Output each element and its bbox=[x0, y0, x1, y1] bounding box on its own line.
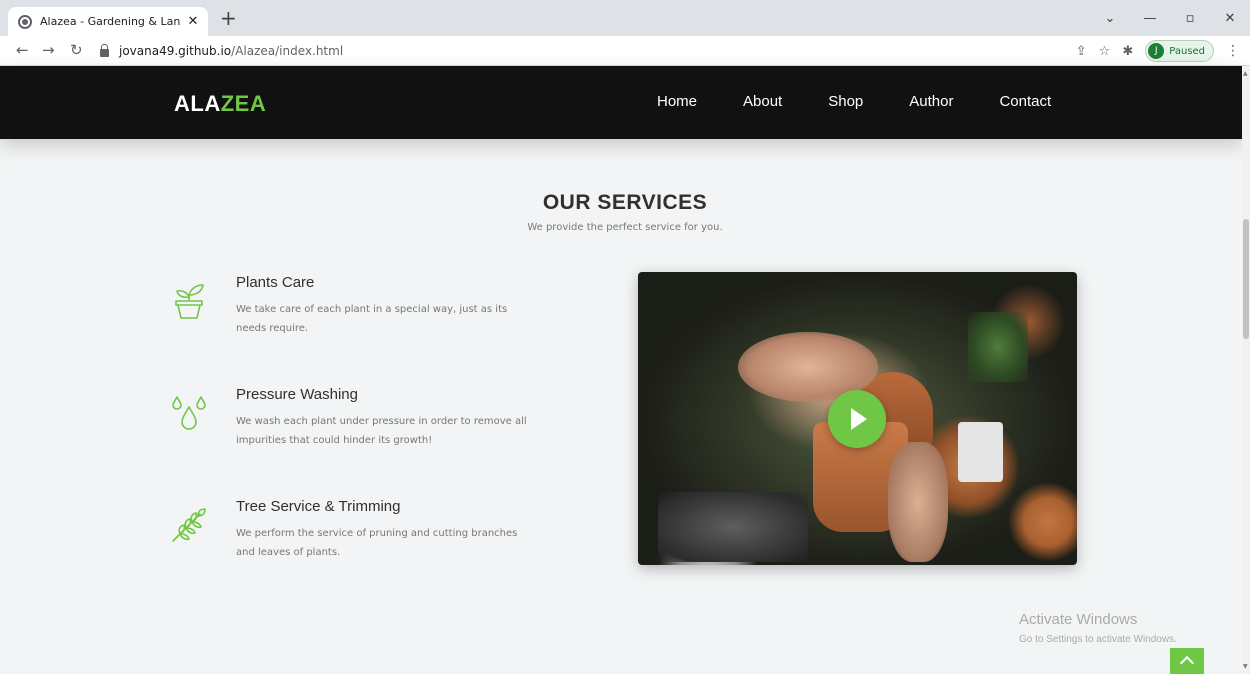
main-nav: Home About Shop Author Contact bbox=[657, 93, 1097, 110]
lock-icon[interactable] bbox=[100, 43, 109, 57]
profile-button[interactable]: J Paused bbox=[1145, 40, 1214, 62]
photo-plant bbox=[968, 312, 1028, 382]
service-video-thumbnail[interactable] bbox=[638, 272, 1077, 565]
tab-search-icon[interactable]: ⌄ bbox=[1090, 11, 1130, 26]
potted-plant-icon bbox=[175, 284, 204, 319]
reload-icon[interactable]: ↻ bbox=[70, 41, 83, 59]
logo-prefix: ALA bbox=[174, 91, 221, 116]
service-title: Tree Service & Trimming bbox=[236, 498, 401, 515]
scroll-down-arrow-icon[interactable]: ▼ bbox=[1243, 663, 1248, 670]
tab-title: Alazea - Gardening & Landscapi bbox=[40, 15, 180, 28]
avatar: J bbox=[1148, 43, 1165, 59]
back-arrow-icon[interactable]: ← bbox=[16, 41, 29, 59]
bookmark-star-icon[interactable]: ☆ bbox=[1099, 44, 1111, 59]
site-header: ALAZEA Home About Shop Author Contact bbox=[0, 66, 1242, 139]
photo-hand bbox=[888, 442, 948, 562]
share-icon[interactable]: ⇪ bbox=[1076, 44, 1087, 59]
more-menu-icon[interactable]: ⋮ bbox=[1226, 43, 1240, 59]
browser-tab[interactable]: Alazea - Gardening & Landscapi ✕ bbox=[8, 7, 208, 36]
section-subtitle: We provide the perfect service for you. bbox=[527, 222, 723, 233]
profile-status: Paused bbox=[1169, 45, 1205, 57]
section-title: OUR SERVICES bbox=[542, 191, 708, 214]
nav-link-author[interactable]: Author bbox=[909, 93, 953, 110]
scroll-up-arrow-icon[interactable]: ▲ bbox=[1243, 70, 1248, 77]
extensions-puzzle-icon[interactable]: ✱ bbox=[1122, 44, 1133, 59]
water-drops-icon bbox=[172, 396, 206, 430]
forward-arrow-icon[interactable]: → bbox=[42, 41, 55, 59]
url-input[interactable]: jovana49.github.io/Alazea/index.html bbox=[96, 39, 1136, 63]
photo-pot bbox=[958, 422, 1003, 482]
url-text: jovana49.github.io/Alazea/index.html bbox=[119, 44, 343, 58]
nav-link-shop[interactable]: Shop bbox=[828, 93, 863, 110]
service-description: We take care of each plant in a special … bbox=[236, 304, 508, 334]
window-controls: ⌄ — ▫ ✕ bbox=[1090, 0, 1250, 36]
play-button[interactable] bbox=[828, 390, 886, 448]
service-description: We wash each plant under pressure in ord… bbox=[236, 416, 527, 446]
logo-accent: ZEA bbox=[220, 91, 267, 116]
url-path: /Alazea/index.html bbox=[231, 44, 344, 58]
browser-tab-strip: Alazea - Gardening & Landscapi ✕ + ⌄ — ▫… bbox=[0, 0, 1250, 36]
site-logo[interactable]: ALAZEA bbox=[174, 91, 266, 117]
activate-windows-title: Activate Windows bbox=[1019, 611, 1138, 628]
globe-icon bbox=[18, 14, 32, 29]
scrollbar-thumb[interactable] bbox=[1243, 219, 1249, 339]
address-bar-row: ← → ↻ jovana49.github.io/Alazea/index.ht… bbox=[0, 36, 1250, 66]
maximize-button[interactable]: ▫ bbox=[1170, 11, 1210, 26]
scroll-to-top-button[interactable] bbox=[1170, 648, 1204, 674]
leaf-branch-icon bbox=[172, 508, 206, 542]
new-tab-button[interactable]: + bbox=[220, 7, 237, 29]
minimize-button[interactable]: — bbox=[1130, 11, 1170, 26]
service-title: Pressure Washing bbox=[236, 386, 358, 403]
service-title: Plants Care bbox=[236, 274, 315, 291]
nav-link-contact[interactable]: Contact bbox=[999, 93, 1051, 110]
toolbar-actions: ⇪ ☆ ✱ J Paused ⋮ bbox=[1076, 39, 1240, 63]
photo-soil bbox=[658, 492, 808, 562]
nav-link-about[interactable]: About bbox=[743, 93, 782, 110]
nav-link-home[interactable]: Home bbox=[657, 93, 697, 110]
activate-windows-hint: Go to Settings to activate Windows. bbox=[1019, 634, 1177, 645]
page-scrollbar[interactable]: ▲ ▼ bbox=[1242, 66, 1250, 674]
close-window-button[interactable]: ✕ bbox=[1210, 11, 1250, 26]
close-tab-icon[interactable]: ✕ bbox=[186, 14, 200, 29]
url-host: jovana49.github.io bbox=[119, 44, 232, 58]
service-description: We perform the service of pruning and cu… bbox=[236, 528, 518, 558]
